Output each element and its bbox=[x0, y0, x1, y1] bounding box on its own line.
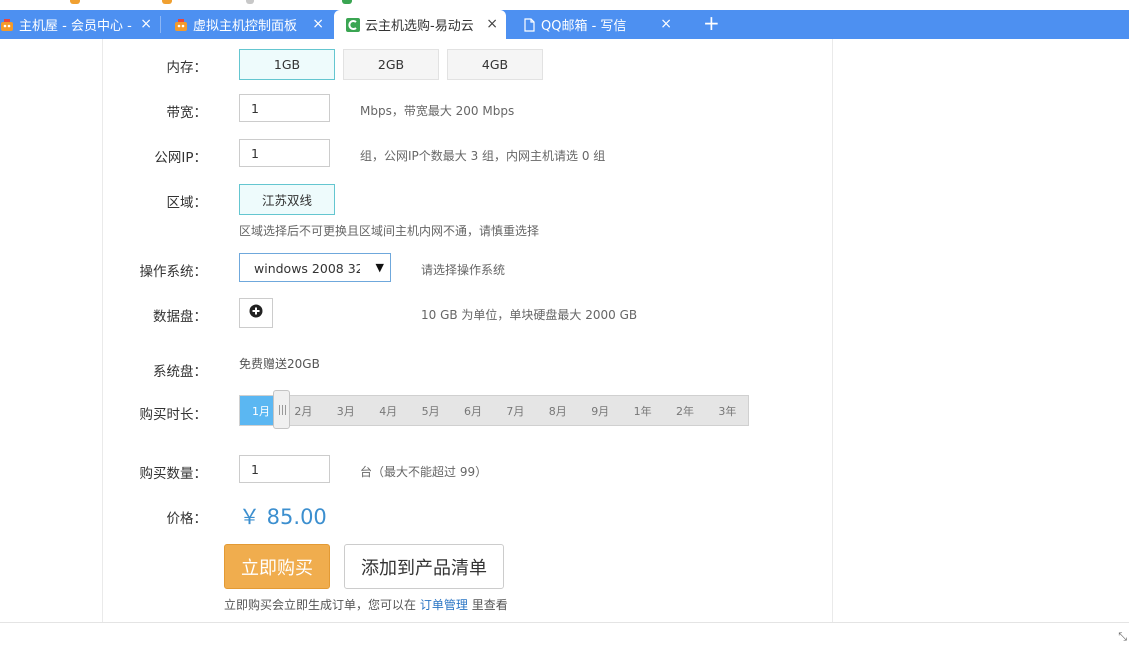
duration-tick[interactable]: 1月 bbox=[252, 403, 270, 419]
quantity-hint: 台（最大不能超过 99） bbox=[360, 465, 488, 479]
duration-tick[interactable]: 6月 bbox=[464, 403, 482, 419]
duration-tick[interactable]: 3月 bbox=[337, 403, 355, 419]
duration-tick[interactable]: 4月 bbox=[379, 403, 397, 419]
duration-tick[interactable]: 7月 bbox=[506, 403, 524, 419]
os-hint: 请选择操作系统 bbox=[421, 263, 506, 277]
duration-label: 购买时长： bbox=[139, 407, 208, 423]
duration-slider[interactable]: 1月 2月 3月 4月 5月 6月 7月 8月 9月 1年 2年 3年 bbox=[239, 390, 749, 429]
resize-grip-icon[interactable]: ⤡ bbox=[1118, 630, 1127, 644]
duration-tick[interactable]: 9月 bbox=[591, 403, 609, 419]
tab-member-center[interactable]: 主机屋 - 会员中心 - × bbox=[0, 10, 160, 39]
system-disk-value: 免费赠送20GB bbox=[239, 357, 320, 371]
bandwidth-input[interactable]: 1 bbox=[239, 94, 330, 122]
bandwidth-hint: Mbps，带宽最大 200 Mbps bbox=[360, 104, 515, 118]
edong-cloud-icon bbox=[346, 17, 360, 32]
tab-qq-mail[interactable]: QQ邮箱 - 写信 × bbox=[522, 10, 680, 39]
memory-label: 内存： bbox=[166, 60, 208, 76]
ghost-tab-icon bbox=[342, 0, 352, 4]
duration-tick[interactable]: 1年 bbox=[634, 403, 652, 419]
quantity-label: 购买数量： bbox=[139, 466, 208, 482]
ghost-tab-icon bbox=[246, 0, 254, 4]
house-icon bbox=[0, 18, 14, 32]
public-ip-hint: 组，公网IP个数最大 3 组，内网主机请选 0 组 bbox=[360, 149, 606, 163]
public-ip-input[interactable]: 1 bbox=[239, 139, 330, 167]
new-tab-button[interactable]: + bbox=[703, 12, 720, 34]
os-select-value: windows 2008 32位 bbox=[254, 261, 360, 276]
memory-option-4gb[interactable]: 4GB bbox=[447, 49, 543, 80]
price-label: 价格： bbox=[166, 511, 208, 527]
add-data-disk-button[interactable] bbox=[239, 298, 273, 328]
tab-title: 云主机选购-易动云 bbox=[365, 19, 474, 34]
close-icon[interactable]: × bbox=[660, 17, 672, 31]
duration-tick[interactable]: 3年 bbox=[718, 403, 736, 419]
quantity-input[interactable]: 1 bbox=[239, 455, 330, 483]
tab-title: 主机屋 - 会员中心 - bbox=[19, 19, 132, 34]
data-disk-label: 数据盘： bbox=[153, 309, 207, 325]
order-note-suffix: 里查看 bbox=[471, 598, 508, 612]
os-label: 操作系统： bbox=[139, 264, 208, 280]
add-to-product-list-button[interactable]: 添加到产品清单 bbox=[344, 544, 504, 589]
system-disk-label: 系统盘： bbox=[153, 364, 207, 380]
tab-title: 虚拟主机控制面板 bbox=[193, 19, 298, 34]
price-value: ￥ 85.00 bbox=[239, 505, 327, 529]
region-label: 区域： bbox=[166, 195, 208, 211]
region-option-jiangsu[interactable]: 江苏双线 bbox=[239, 184, 335, 215]
order-note: 立即购买会立即生成订单，您可以在 订单管理 里查看 bbox=[224, 596, 508, 613]
bandwidth-label: 带宽： bbox=[166, 105, 208, 121]
content-panel bbox=[102, 39, 833, 623]
os-select[interactable]: windows 2008 32位 ▼ bbox=[239, 253, 391, 282]
duration-tick[interactable]: 5月 bbox=[422, 403, 440, 419]
close-icon[interactable]: × bbox=[140, 17, 152, 31]
tab-title: QQ邮箱 - 写信 bbox=[541, 19, 627, 34]
public-ip-label: 公网IP： bbox=[154, 150, 207, 166]
buy-now-button[interactable]: 立即购买 bbox=[224, 544, 330, 589]
plus-circle-icon bbox=[249, 304, 263, 322]
order-management-link[interactable]: 订单管理 bbox=[420, 598, 468, 612]
house-icon bbox=[174, 18, 188, 32]
data-disk-hint: 10 GB 为单位，单块硬盘最大 2000 GB bbox=[421, 308, 638, 322]
caret-down-icon: ▼ bbox=[375, 261, 384, 274]
ghost-tab-icon bbox=[162, 0, 172, 4]
status-bar: ⤡ bbox=[0, 622, 1129, 646]
close-icon[interactable]: × bbox=[312, 17, 324, 31]
memory-option-2gb[interactable]: 2GB bbox=[343, 49, 439, 80]
region-hint: 区域选择后不可更换且区域间主机内网不通，请慎重选择 bbox=[239, 224, 540, 238]
close-icon[interactable]: × bbox=[486, 17, 498, 31]
duration-tick[interactable]: 8月 bbox=[549, 403, 567, 419]
memory-option-1gb[interactable]: 1GB bbox=[239, 49, 335, 80]
order-note-prefix: 立即购买会立即生成订单，您可以在 bbox=[224, 598, 417, 612]
browser-tab-bar: 主机屋 - 会员中心 - × 虚拟主机控制面板 × 云主机选购-易动云 × QQ… bbox=[0, 0, 1129, 39]
slider-handle[interactable] bbox=[273, 390, 290, 429]
tab-hosting-panel[interactable]: 虚拟主机控制面板 × bbox=[174, 10, 332, 39]
document-icon bbox=[522, 17, 536, 32]
tab-bar-top-strip bbox=[0, 0, 1129, 10]
duration-tick[interactable]: 2月 bbox=[294, 403, 312, 419]
tab-cloud-purchase[interactable]: 云主机选购-易动云 × bbox=[334, 10, 506, 39]
tab-divider bbox=[160, 16, 161, 33]
duration-tick[interactable]: 2年 bbox=[676, 403, 694, 419]
ghost-tab-icon bbox=[70, 0, 80, 4]
